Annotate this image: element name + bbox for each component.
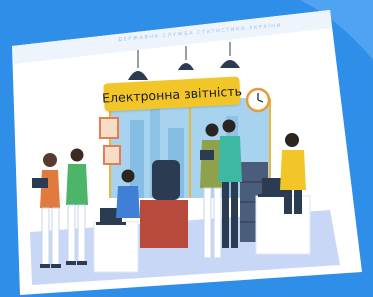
wall-clock-icon (245, 87, 271, 113)
picture-frame-icon (103, 145, 121, 165)
picture-frame-icon (99, 117, 119, 139)
desk-center (93, 221, 139, 273)
page-title: Електронна звітність (101, 82, 243, 106)
illustration (0, 0, 373, 297)
brown-cabinet (140, 200, 188, 248)
